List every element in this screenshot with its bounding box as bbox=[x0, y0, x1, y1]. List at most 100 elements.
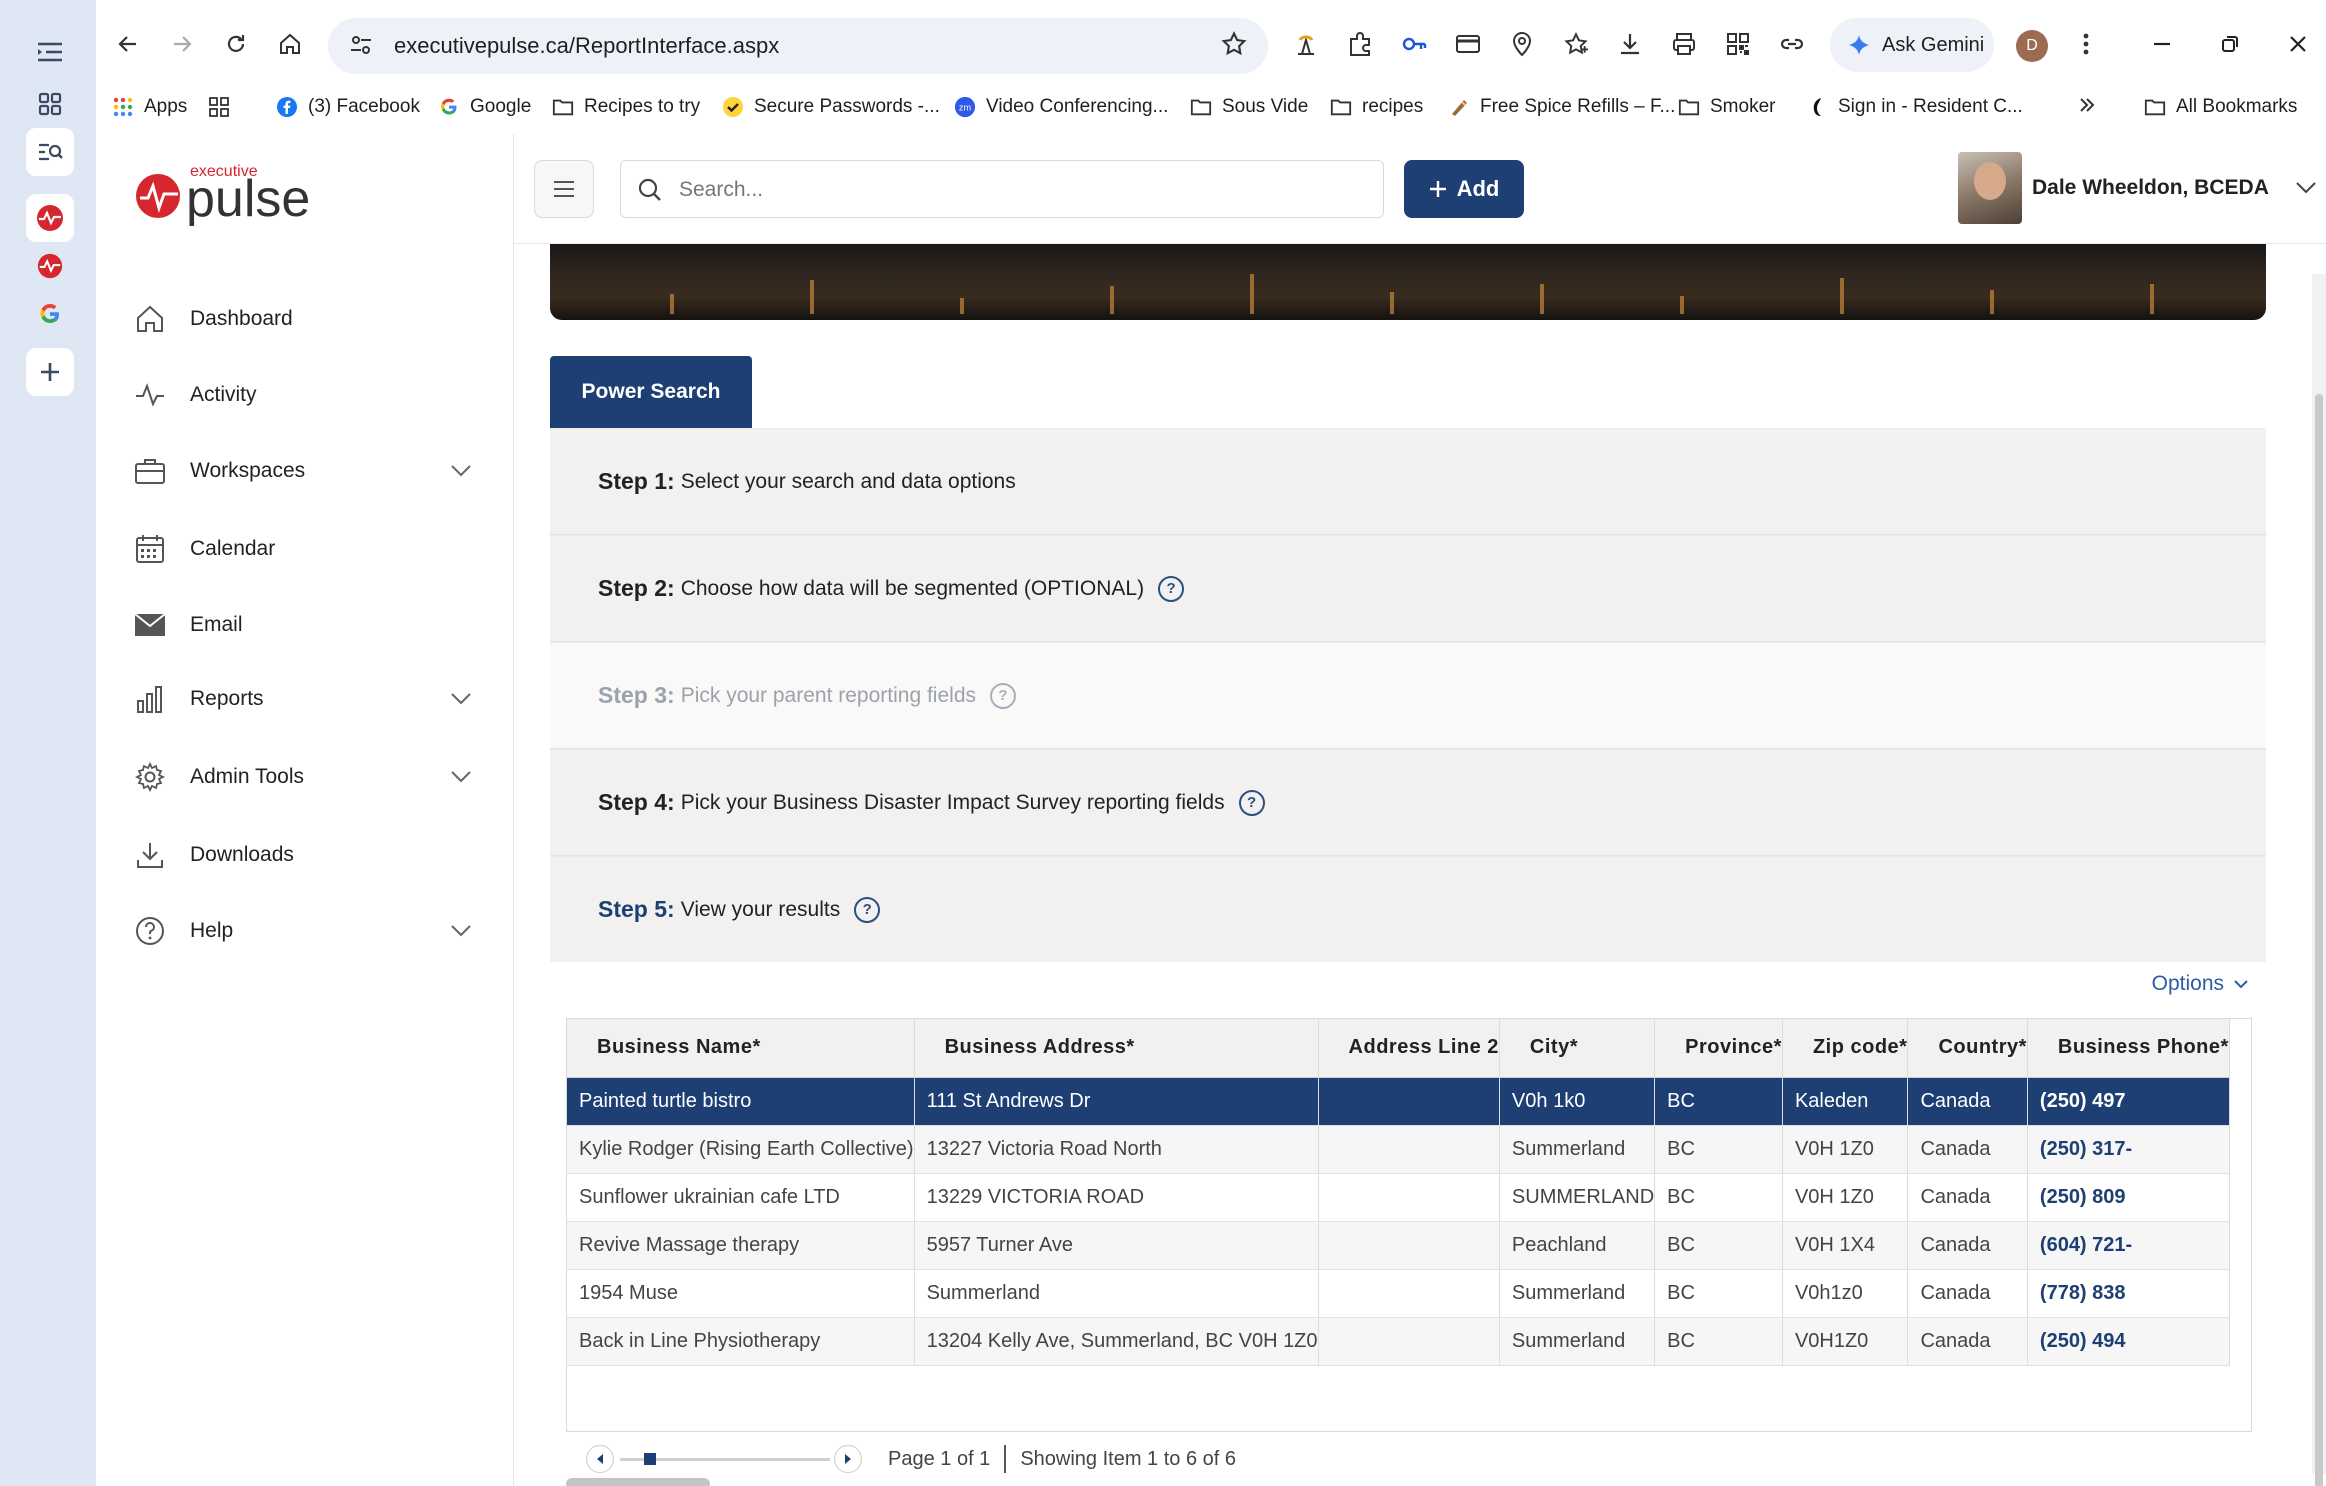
reload-icon[interactable] bbox=[218, 26, 254, 62]
global-search[interactable] bbox=[620, 160, 1384, 218]
bookmark-recipes-to-try[interactable]: Recipes to try bbox=[552, 96, 700, 118]
bookmark-google[interactable]: Google bbox=[438, 96, 531, 118]
add-button[interactable]: Add bbox=[1404, 160, 1524, 218]
column-header[interactable]: Business Phone* bbox=[2027, 1019, 2230, 1078]
payment-card-icon[interactable] bbox=[1450, 26, 1486, 62]
tab-search-grid-icon[interactable] bbox=[26, 80, 74, 128]
bookmark-recipes[interactable]: recipes bbox=[1330, 96, 1423, 118]
help-circle-icon[interactable]: ? bbox=[990, 682, 1016, 709]
sidebar-item-help[interactable]: Help bbox=[132, 906, 482, 956]
sidebar-item-email[interactable]: Email bbox=[132, 600, 482, 650]
column-header[interactable]: Province* bbox=[1654, 1019, 1783, 1078]
step-4[interactable]: Step 4: Pick your Business Disaster Impa… bbox=[550, 749, 2266, 856]
tab-search-icon[interactable] bbox=[26, 128, 74, 176]
step-2[interactable]: Step 2: Choose how data will be segmente… bbox=[550, 535, 2266, 642]
download-icon[interactable] bbox=[1612, 26, 1648, 62]
phone-cell[interactable]: (250) 809 bbox=[2027, 1173, 2230, 1222]
bookmark-free-spice-refills[interactable]: Free Spice Refills – F... bbox=[1448, 96, 1675, 118]
table-row[interactable]: Painted turtle bistro 111 St Andrews Dr V0… bbox=[567, 1077, 2230, 1126]
column-header[interactable]: Zip code* bbox=[1782, 1019, 1909, 1078]
table-row[interactable]: Kylie Rodger (Rising Earth Collective) 13… bbox=[567, 1125, 2230, 1174]
chevron-down-icon[interactable] bbox=[450, 688, 472, 712]
password-key-icon[interactable] bbox=[1396, 26, 1432, 62]
print-icon[interactable] bbox=[1666, 26, 1702, 62]
bookmark-video-conferencing[interactable]: zm Video Conferencing... bbox=[954, 96, 1168, 118]
site-info-icon[interactable] bbox=[348, 32, 374, 63]
chevron-down-icon[interactable] bbox=[450, 920, 472, 944]
phone-cell[interactable]: (250) 494 bbox=[2027, 1317, 2230, 1366]
sidebar-item-activity[interactable]: Activity bbox=[132, 370, 482, 420]
profile-avatar[interactable]: D bbox=[2016, 30, 2048, 62]
help-circle-icon[interactable]: ? bbox=[1158, 575, 1185, 602]
ask-gemini-button[interactable]: Ask Gemini bbox=[1830, 18, 1994, 72]
back-icon[interactable] bbox=[110, 26, 146, 62]
address-bar[interactable]: executivepulse.ca/ReportInterface.aspx bbox=[328, 18, 1268, 74]
menu-toggle-button[interactable] bbox=[534, 160, 594, 218]
table-row[interactable]: Sunflower ukrainian cafe LTD 13229 VICTOR… bbox=[567, 1173, 2230, 1222]
sidebar-item-reports[interactable]: Reports bbox=[132, 674, 482, 724]
user-menu[interactable]: Dale Wheeldon, BCEDA bbox=[1958, 152, 2317, 224]
tab-pulse-icon[interactable] bbox=[26, 242, 74, 290]
side-panel-toggle-icon[interactable] bbox=[26, 28, 74, 76]
column-header[interactable]: City* bbox=[1499, 1019, 1656, 1078]
add-tab-icon[interactable] bbox=[26, 348, 74, 396]
horizontal-scrollbar[interactable] bbox=[566, 1478, 710, 1486]
help-circle-icon[interactable]: ? bbox=[1238, 789, 1265, 816]
sidebar-item-downloads[interactable]: Downloads bbox=[132, 830, 482, 880]
column-header[interactable]: Country* bbox=[1907, 1019, 2028, 1078]
close-icon[interactable] bbox=[2280, 26, 2316, 62]
bookmark-sous-vide[interactable]: Sous Vide bbox=[1190, 96, 1308, 118]
bookmark-all-bookmarks[interactable]: All Bookmarks bbox=[2144, 96, 2297, 118]
sidebar-item-dashboard[interactable]: Dashboard bbox=[132, 294, 482, 344]
slider-thumb[interactable] bbox=[644, 1453, 656, 1465]
prev-page-icon[interactable] bbox=[586, 1445, 614, 1473]
search-input[interactable] bbox=[679, 175, 1359, 205]
phone-cell[interactable]: (250) 317- bbox=[2027, 1125, 2230, 1174]
tab-power-search[interactable]: Power Search bbox=[550, 356, 752, 428]
tab-google-icon[interactable] bbox=[26, 290, 74, 338]
menu-kebab-icon[interactable] bbox=[2068, 26, 2104, 62]
bookmark-smoker[interactable]: Smoker bbox=[1678, 96, 1775, 118]
step-5[interactable]: Step 5: View your results ? bbox=[550, 856, 2266, 963]
home-icon[interactable] bbox=[272, 26, 308, 62]
bookmark-facebook[interactable]: (3) Facebook bbox=[276, 96, 420, 118]
column-header[interactable]: Address Line 2 bbox=[1318, 1019, 1500, 1078]
bookmark-apps[interactable]: Apps bbox=[112, 96, 187, 118]
table-row[interactable]: Revive Massage therapy 5957 Turner Ave Pea… bbox=[567, 1221, 2230, 1270]
bookmark-secure-passwords[interactable]: Secure Passwords -... bbox=[722, 96, 940, 118]
column-header[interactable]: Business Address* bbox=[914, 1019, 1319, 1078]
restore-icon[interactable] bbox=[2212, 26, 2248, 62]
extension-lifeguard-icon[interactable] bbox=[1288, 26, 1324, 62]
step-1[interactable]: Step 1: Select your search and data opti… bbox=[550, 428, 2266, 535]
grid-icon bbox=[208, 96, 230, 118]
forward-icon[interactable] bbox=[164, 26, 200, 62]
help-circle-icon[interactable]: ? bbox=[854, 896, 881, 923]
executive-pulse-logo[interactable]: executive pulse bbox=[134, 156, 354, 228]
location-pin-icon[interactable] bbox=[1504, 26, 1540, 62]
phone-cell[interactable]: (250) 497 bbox=[2027, 1077, 2230, 1126]
table-row[interactable]: Back in Line Physiotherapy 13204 Kelly Av… bbox=[567, 1317, 2230, 1366]
chevron-down-icon[interactable] bbox=[450, 460, 472, 484]
table-row[interactable]: 1954 Muse Summerland Summerland BC V0h1z0 Can… bbox=[567, 1269, 2230, 1318]
next-page-icon[interactable] bbox=[834, 1445, 862, 1473]
favorites-star-icon[interactable] bbox=[1558, 26, 1594, 62]
column-header[interactable]: Business Name* bbox=[567, 1019, 915, 1078]
options-dropdown[interactable]: Options bbox=[2152, 972, 2248, 996]
page-vertical-scrollbar[interactable] bbox=[2312, 274, 2326, 1486]
pager-slider[interactable] bbox=[586, 1443, 866, 1475]
sidebar-item-admin-tools[interactable]: Admin Tools bbox=[132, 752, 482, 802]
link-icon[interactable] bbox=[1774, 26, 1810, 62]
phone-cell[interactable]: (604) 721- bbox=[2027, 1221, 2230, 1270]
bookmark-grid[interactable] bbox=[208, 96, 230, 118]
sidebar-item-calendar[interactable]: Calendar bbox=[132, 524, 482, 574]
extensions-puzzle-icon[interactable] bbox=[1342, 26, 1378, 62]
chevron-down-icon[interactable] bbox=[450, 766, 472, 790]
minimize-icon[interactable] bbox=[2144, 26, 2180, 62]
more-bookmarks-icon[interactable] bbox=[2078, 96, 2096, 114]
tab-pulse-icon[interactable] bbox=[26, 194, 74, 242]
sidebar-item-workspaces[interactable]: Workspaces bbox=[132, 446, 482, 496]
phone-cell[interactable]: (778) 838 bbox=[2027, 1269, 2230, 1318]
qr-code-icon[interactable] bbox=[1720, 26, 1756, 62]
bookmark-resident-sign-in[interactable]: Sign in - Resident C... bbox=[1806, 96, 2023, 118]
bookmark-star-icon[interactable] bbox=[1220, 30, 1248, 63]
